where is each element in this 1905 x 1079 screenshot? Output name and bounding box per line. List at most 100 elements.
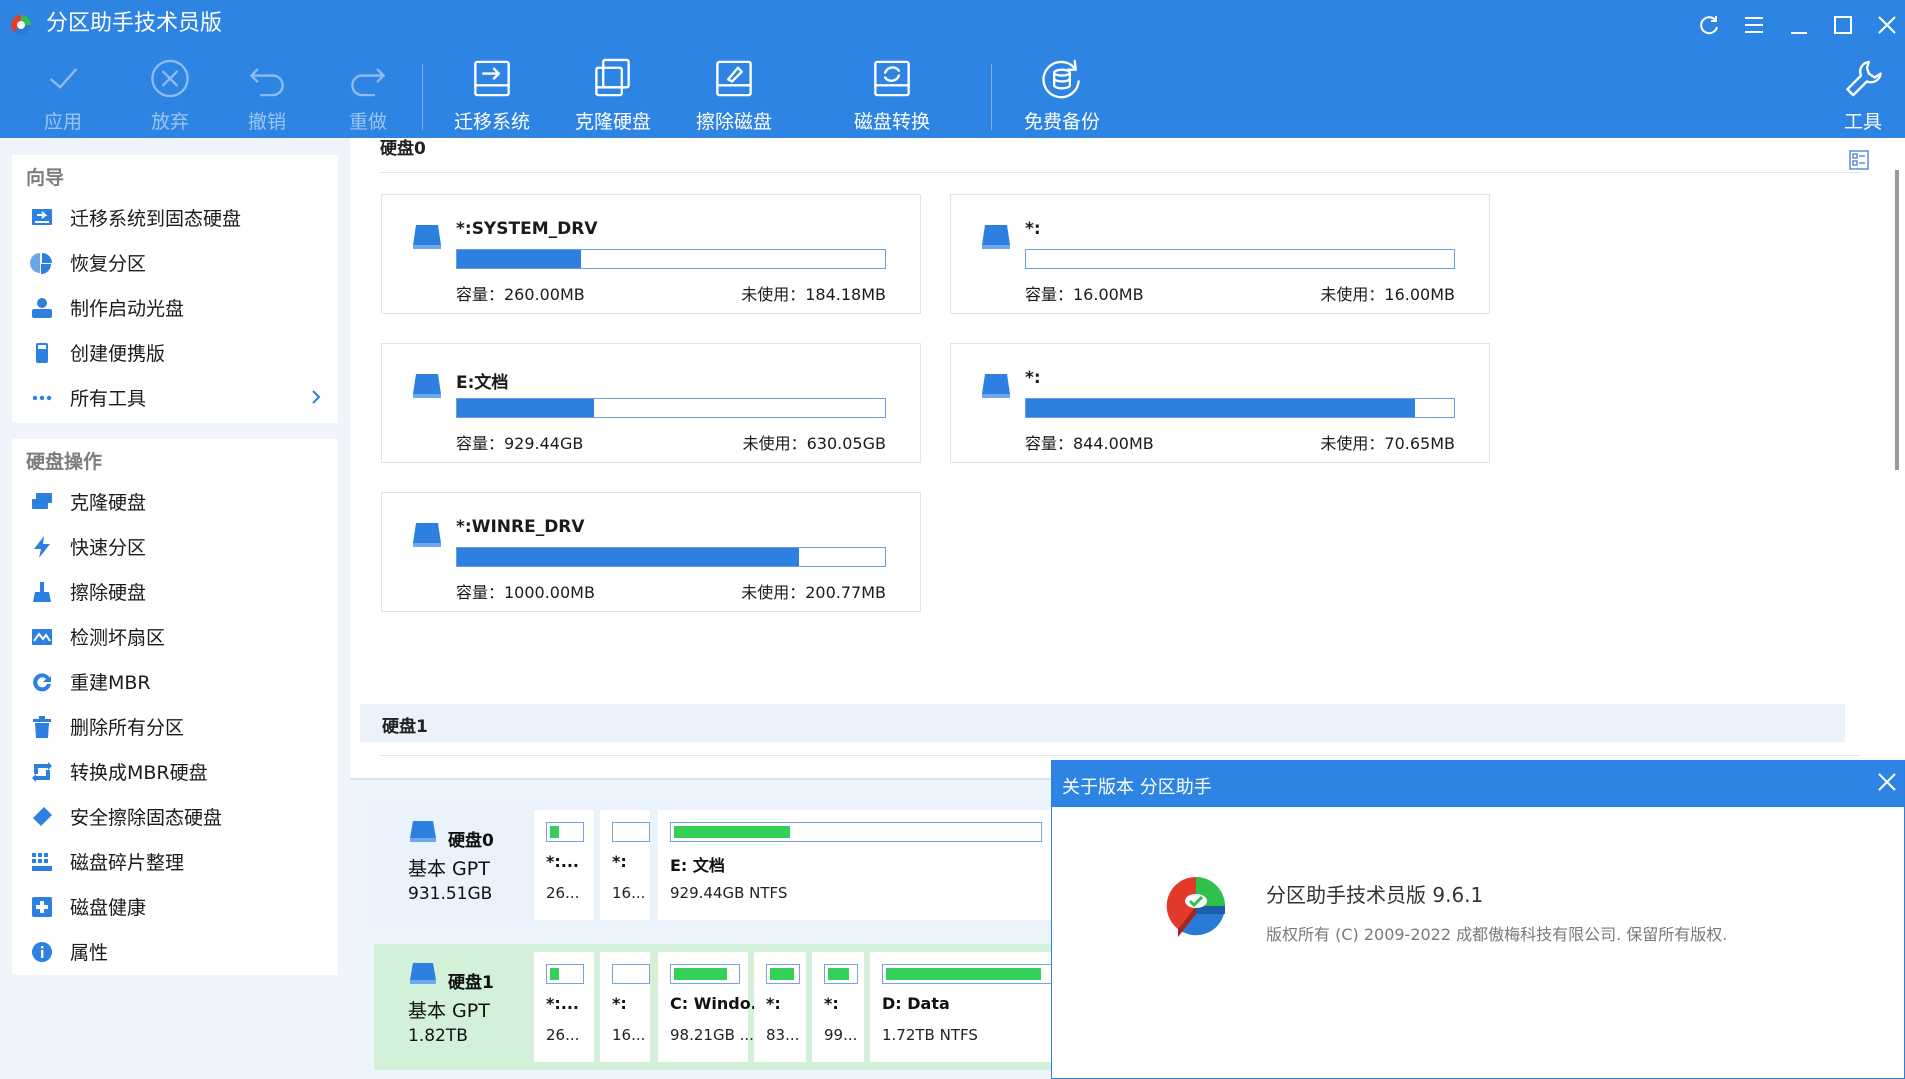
info-icon (30, 940, 54, 964)
wipe-disk-button[interactable]: 擦除磁盘 (694, 56, 774, 134)
partition-block-info: 99... (824, 1026, 858, 1044)
partition-block[interactable]: *:... 26... (534, 810, 594, 920)
partition-block-bar (546, 964, 584, 984)
sidebar-item-all-tools[interactable]: 所有工具 (12, 375, 338, 420)
view-toggle-button[interactable] (1845, 146, 1873, 174)
vertical-scrollbar[interactable] (1895, 170, 1899, 470)
partition-usage-bar (456, 547, 886, 567)
sidebar-item-migrate-ssd[interactable]: 迁移系统到固态硬盘 (12, 195, 338, 240)
partition-usage-bar (456, 398, 886, 418)
free-backup-label: 免费备份 (1023, 111, 1100, 133)
partition-free-space: 未使用：630.05GB (742, 434, 886, 453)
portable-icon (30, 341, 54, 365)
partition-block[interactable]: D: Data 1.72TB NTFS (870, 952, 1070, 1062)
undo-button[interactable]: 撤销 (244, 56, 290, 134)
partition-block-fill (770, 968, 794, 980)
partition-card[interactable]: *:SYSTEM_DRV 容量：260.00MB 未使用：184.18MB (381, 194, 921, 314)
partition-block[interactable]: *:... 26... (534, 952, 594, 1062)
partition-block[interactable]: C: Windo... 98.21GB ... (658, 952, 769, 1062)
sidebar-item-label: 制作启动光盘 (70, 298, 185, 320)
partition-block-bar (882, 964, 1062, 984)
maximize-button[interactable] (1826, 8, 1860, 42)
list-view-icon (1849, 150, 1869, 170)
partition-block-info: 26... (546, 884, 580, 902)
partition-block-fill (550, 968, 559, 980)
partition-card[interactable]: E:文档 容量：929.44GB 未使用：630.05GB (381, 343, 921, 463)
convert-icon (30, 760, 54, 784)
partition-block-name: *: (612, 852, 627, 871)
discard-icon (151, 59, 189, 98)
partition-block[interactable]: *: 16... (600, 952, 650, 1062)
partition-block-name: *:... (546, 852, 579, 871)
partition-block[interactable]: E: 文档 929.44GB NTFS (658, 810, 1058, 920)
sidebar-item-convert-mbr[interactable]: 转换成MBR硬盘 (12, 749, 338, 794)
discard-button[interactable]: 放弃 (147, 56, 193, 134)
partition-block-fill (886, 968, 1041, 980)
partition-card[interactable]: *: 容量：16.00MB 未使用：16.00MB (950, 194, 1490, 314)
menu-button[interactable] (1737, 8, 1771, 42)
sidebar-item-restore-partition[interactable]: 恢复分区 (12, 240, 338, 285)
sidebar-item-label: 重建MBR (70, 672, 151, 694)
free-backup-button[interactable]: 免费备份 (1022, 56, 1102, 134)
partition-block-name: E: 文档 (670, 856, 725, 875)
partition-drive-icon (413, 523, 441, 547)
partition-card[interactable]: *: 容量：844.00MB 未使用：70.65MB (950, 343, 1490, 463)
sidebar-item-defragment[interactable]: 磁盘碎片整理 (12, 839, 338, 884)
partition-block-bar (670, 822, 1042, 842)
partition-block-fill (550, 826, 559, 838)
undo-label: 撤销 (247, 111, 286, 133)
partition-card[interactable]: *:WINRE_DRV 容量：1000.00MB 未使用：200.77MB (381, 492, 921, 612)
partition-free-space: 未使用：70.65MB (1320, 434, 1455, 453)
sidebar-item-rebuild-mbr[interactable]: 重建MBR (12, 659, 338, 704)
partition-name: *: (1025, 219, 1041, 239)
sidebar-item-quick-partition[interactable]: 快速分区 (12, 524, 338, 569)
partition-block-info: 83... (766, 1026, 800, 1044)
sidebar-item-wipe-disk[interactable]: 擦除硬盘 (12, 569, 338, 614)
minimize-button[interactable] (1782, 8, 1816, 42)
sidebar-item-portable[interactable]: 创建便携版 (12, 330, 338, 375)
partition-block[interactable]: *: 83... (754, 952, 806, 1062)
disk-name: 硬盘0 (448, 831, 494, 851)
disk0-header: 硬盘0 (380, 139, 426, 159)
minimize-icon (1791, 32, 1807, 34)
partition-block-info: 26... (546, 1026, 580, 1044)
tools-button[interactable]: 工具 (1838, 56, 1888, 134)
wipe-disk-label: 擦除磁盘 (695, 111, 772, 133)
disk-convert-button[interactable]: 磁盘转换 (852, 56, 932, 134)
partition-block-info: 1.72TB NTFS (882, 1026, 978, 1044)
refresh-button[interactable] (1692, 8, 1726, 42)
sidebar-item-properties[interactable]: 属性 (12, 929, 338, 974)
maximize-icon (1834, 16, 1852, 34)
sidebar-item-bootable-disc[interactable]: 制作启动光盘 (12, 285, 338, 330)
partition-block-bar (670, 964, 740, 984)
redo-button[interactable]: 重做 (345, 56, 391, 134)
disk-size: 931.51GB (408, 884, 493, 904)
partition-block[interactable]: *: 99... (812, 952, 864, 1062)
toolbar-separator (991, 64, 992, 130)
sidebar: 向导 迁移系统到固态硬盘 恢复分区 制作启动光盘 创建便携版 所有工具 硬盘操作… (0, 138, 350, 1079)
defrag-icon (30, 850, 54, 874)
disk-size: 1.82TB (408, 1026, 468, 1046)
sidebar-item-label: 删除所有分区 (70, 717, 185, 739)
trash-icon (30, 715, 54, 739)
about-close-button[interactable] (1876, 771, 1902, 797)
partition-block[interactable]: *: 16... (600, 810, 650, 920)
clone-disk-button[interactable]: 克隆硬盘 (573, 56, 653, 134)
apply-button[interactable]: 应用 (40, 56, 86, 134)
surface-test-icon (30, 625, 54, 649)
partition-block-name: *: (612, 994, 627, 1013)
sidebar-item-clone-disk[interactable]: 克隆硬盘 (12, 479, 338, 524)
sidebar-item-disk-health[interactable]: 磁盘健康 (12, 884, 338, 929)
backup-icon (1042, 59, 1080, 99)
sidebar-item-label: 恢复分区 (70, 253, 147, 275)
lightning-icon (30, 535, 54, 559)
sidebar-item-delete-all-partitions[interactable]: 删除所有分区 (12, 704, 338, 749)
partition-capacity: 容量：16.00MB (1025, 285, 1144, 304)
sidebar-item-secure-erase-ssd[interactable]: 安全擦除固态硬盘 (12, 794, 338, 839)
partition-free-space: 未使用：184.18MB (741, 285, 886, 304)
close-button[interactable] (1870, 8, 1904, 42)
migrate-system-button[interactable]: 迁移系统 (452, 56, 532, 134)
sidebar-item-label: 擦除硬盘 (70, 582, 147, 604)
disk-name: 硬盘1 (448, 973, 494, 993)
sidebar-item-bad-sector-check[interactable]: 检测坏扇区 (12, 614, 338, 659)
